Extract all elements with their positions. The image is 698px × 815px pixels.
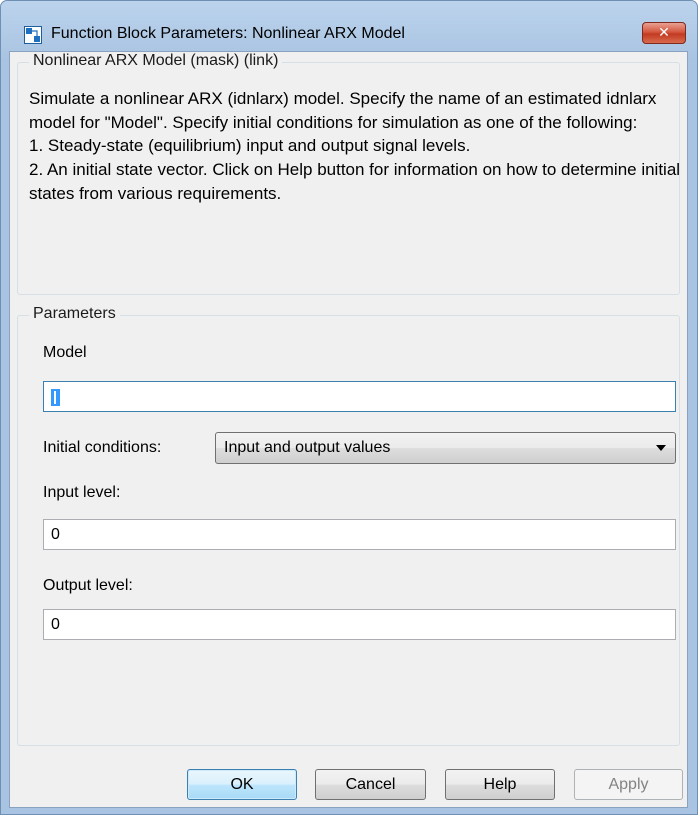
initial-conditions-label: Initial conditions: — [43, 439, 162, 456]
dialog-window: Function Block Parameters: Nonlinear ARX… — [0, 0, 698, 815]
model-label: Model — [43, 344, 87, 361]
mask-description-group: Nonlinear ARX Model (mask) (link) Simula… — [17, 52, 681, 295]
close-button[interactable]: ✕ — [642, 22, 686, 44]
mask-group-legend: Nonlinear ARX Model (mask) (link) — [29, 52, 283, 70]
chevron-down-icon — [656, 445, 666, 451]
title-bar[interactable]: Function Block Parameters: Nonlinear ARX… — [1, 1, 697, 51]
apply-button[interactable]: Apply — [574, 769, 683, 800]
ok-button[interactable]: OK — [187, 769, 297, 800]
model-input[interactable] — [43, 381, 676, 412]
cancel-button[interactable]: Cancel — [315, 769, 426, 800]
parameters-group-legend: Parameters — [29, 305, 120, 323]
dialog-content: Nonlinear ARX Model (mask) (link) Simula… — [9, 51, 688, 808]
output-level-label: Output level: — [43, 577, 133, 594]
close-icon: ✕ — [658, 24, 670, 40]
input-level-input[interactable] — [43, 519, 676, 550]
description-item-2: 2. An initial state vector. Click on Hel… — [29, 160, 681, 203]
output-level-input[interactable] — [43, 609, 676, 640]
help-button[interactable]: Help — [445, 769, 555, 800]
mask-description: Simulate a nonlinear ARX (idnlarx) model… — [29, 87, 681, 206]
description-item-1: 1. Steady-state (equilibrium) input and … — [29, 136, 471, 156]
simulink-block-icon — [24, 26, 42, 44]
input-level-label: Input level: — [43, 484, 121, 501]
initial-conditions-dropdown[interactable]: Input and output values — [215, 432, 676, 464]
description-intro: Simulate a nonlinear ARX (idnlarx) model… — [29, 89, 657, 132]
window-title: Function Block Parameters: Nonlinear ARX… — [51, 25, 405, 42]
text-cursor — [51, 389, 60, 406]
initial-conditions-value: Input and output values — [224, 439, 391, 456]
